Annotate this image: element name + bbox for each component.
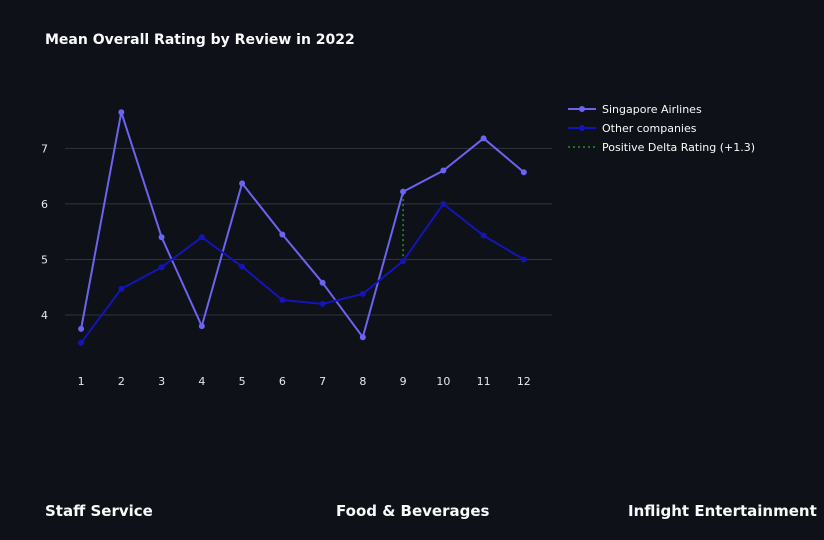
x-tick-label: 5 — [239, 375, 246, 388]
legend[interactable]: Singapore Airlines Other companies Positiv… — [568, 103, 755, 154]
legend-label: Singapore Airlines — [602, 103, 702, 116]
legend-marker — [579, 106, 585, 112]
rating-line-chart: Mean Overall Rating by Review in 2022 4 5… — [41, 32, 755, 388]
data-point[interactable] — [118, 285, 125, 292]
data-point[interactable] — [359, 334, 366, 341]
legend-marker — [579, 125, 585, 131]
data-point[interactable] — [158, 264, 165, 271]
x-tick-label: 2 — [118, 375, 125, 388]
legend-label: Positive Delta Rating (+1.3) — [602, 141, 755, 154]
data-point[interactable] — [279, 231, 286, 238]
x-tick-label: 4 — [198, 375, 205, 388]
data-point[interactable] — [78, 325, 85, 332]
data-point[interactable] — [440, 200, 447, 207]
data-point[interactable] — [198, 234, 205, 241]
series-line-1[interactable] — [80, 202, 525, 344]
dashboard: Mean Overall Rating by Review in 2022 4 5… — [0, 0, 824, 540]
chart-title: Mean Overall Rating by Review in 2022 — [45, 32, 355, 48]
data-point[interactable] — [118, 109, 125, 116]
axis-ticks: 45671 2 3 4 5 6 7 8 9 10 11 12 — [41, 142, 531, 388]
data-point[interactable] — [279, 297, 286, 303]
data-point[interactable] — [480, 135, 487, 142]
section-heading-food-beverages: Food & Beverages — [336, 502, 490, 520]
series — [78, 109, 527, 346]
x-tick-label: 7 — [319, 375, 326, 388]
data-point[interactable] — [239, 180, 246, 187]
section-heading-staff-service: Staff Service — [45, 502, 153, 520]
data-point[interactable] — [158, 234, 165, 241]
x-tick-label: 8 — [359, 375, 366, 388]
data-point[interactable] — [319, 279, 326, 286]
x-tick-label: 10 — [436, 375, 450, 388]
data-point[interactable] — [239, 263, 246, 270]
series-line-0[interactable] — [80, 111, 525, 339]
legend-label: Other companies — [602, 122, 697, 135]
y-tick-label: 7 — [41, 142, 48, 155]
data-point[interactable] — [520, 256, 527, 263]
legend-item[interactable]: Positive Delta Rating (+1.3) — [568, 141, 755, 154]
y-tick-label: 4 — [41, 309, 48, 322]
x-tick-label: 9 — [400, 375, 407, 388]
data-point[interactable] — [400, 188, 407, 195]
x-tick-label: 6 — [279, 375, 286, 388]
legend-item[interactable]: Other companies — [568, 122, 697, 135]
data-point[interactable] — [480, 232, 487, 239]
data-point[interactable] — [198, 323, 205, 330]
y-tick-label: 5 — [41, 253, 48, 266]
legend-item[interactable]: Singapore Airlines — [568, 103, 702, 116]
data-point[interactable] — [400, 258, 407, 265]
x-tick-label: 11 — [477, 375, 491, 388]
data-point[interactable] — [359, 290, 366, 297]
data-point[interactable] — [440, 167, 447, 174]
data-point[interactable] — [78, 339, 85, 346]
y-tick-label: 6 — [41, 198, 48, 211]
section-heading-inflight-entertainment: Inflight Entertainment — [628, 502, 817, 520]
x-tick-label: 3 — [158, 375, 165, 388]
data-point[interactable] — [520, 169, 527, 176]
x-tick-label: 1 — [78, 375, 85, 388]
x-tick-label: 12 — [517, 375, 531, 388]
data-point[interactable] — [319, 300, 326, 307]
